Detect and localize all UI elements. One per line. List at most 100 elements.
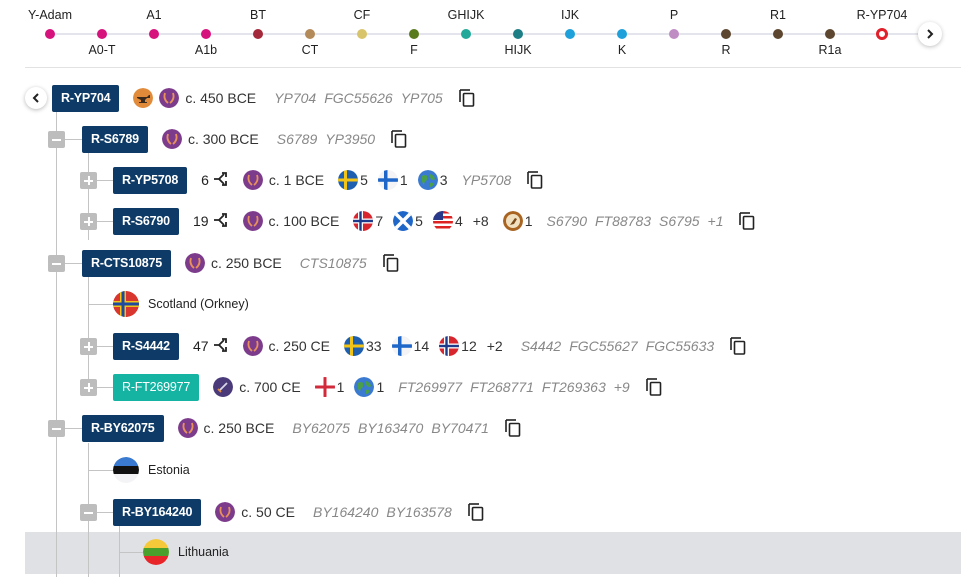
timeline-dot (409, 29, 419, 39)
country-count[interactable]: 12 (439, 336, 477, 356)
tree-node-row: R-FT269977 c. 700 CE 1 1 FT269977 FT268771 FT2… (113, 373, 668, 401)
tree-connector (96, 180, 113, 181)
timeline-next-button[interactable] (918, 22, 942, 46)
country-count[interactable]: 5 (393, 211, 423, 231)
country-count[interactable]: 7 (353, 211, 383, 231)
country-count-value: 33 (366, 338, 382, 354)
snp-name[interactable]: +9 (614, 379, 630, 395)
orkney-flag-icon (113, 291, 139, 317)
snp-name[interactable]: FGC55626 (324, 90, 392, 106)
haplogroup-badge[interactable]: R-FT269977 (113, 373, 200, 401)
haplogroup-badge[interactable]: R-S4442 (113, 332, 179, 360)
haplogroup-badge[interactable]: R-YP704 (52, 84, 120, 112)
copy-snps-button[interactable] (730, 337, 746, 355)
snp-name[interactable]: S6790 (547, 213, 587, 229)
snp-name[interactable]: S4442 (521, 338, 561, 354)
copy-icon (391, 130, 407, 148)
snp-name[interactable]: CTS10875 (300, 255, 367, 271)
country-leaf[interactable]: Lithuania (143, 539, 229, 565)
snp-name[interactable]: S6789 (277, 131, 317, 147)
timeline-label: R-YP704 (856, 8, 908, 22)
age-estimate: c. 250 BCE (210, 255, 282, 271)
copy-snps-button[interactable] (505, 419, 521, 437)
copy-snps-button[interactable] (382, 254, 399, 272)
finland-flag-icon (377, 170, 398, 190)
snp-name[interactable]: YP5708 (462, 172, 512, 188)
copy-snps-button[interactable] (458, 89, 475, 107)
country-count[interactable]: 3 (417, 170, 448, 190)
expand-toggle[interactable] (80, 379, 97, 396)
snp-name[interactable]: FT268771 (470, 379, 534, 395)
snp-name[interactable]: FGC55627 (569, 338, 637, 354)
snp-list: S6790 FT88783 S6795 +1 (547, 213, 732, 229)
copy-snps-button[interactable] (467, 503, 484, 521)
timeline-dot (253, 29, 263, 39)
expand-toggle[interactable] (80, 172, 97, 189)
trowel-icon (502, 211, 523, 231)
collapse-toggle[interactable] (48, 420, 65, 437)
current-node-marker (876, 28, 888, 40)
snp-name[interactable]: BY163578 (386, 504, 451, 520)
timeline-dot (513, 29, 523, 39)
country-name: Scotland (Orkney) (148, 297, 249, 311)
expand-toggle[interactable] (80, 213, 97, 230)
country-count-value: 1 (336, 379, 345, 395)
more-countries[interactable]: +8 (473, 213, 489, 229)
snp-name[interactable]: FT88783 (595, 213, 651, 229)
expand-toggle[interactable] (80, 338, 97, 355)
ancient-sample-count[interactable]: 1 (502, 211, 533, 231)
snp-name[interactable]: FT269977 (398, 379, 462, 395)
country-count[interactable]: 14 (391, 336, 429, 356)
snp-name[interactable]: +1 (708, 213, 724, 229)
haplogroup-badge[interactable]: R-BY164240 (113, 498, 202, 526)
age-estimate: c. 50 CE (241, 504, 295, 520)
timeline-dot (773, 29, 783, 39)
country-count[interactable]: 5 (338, 170, 368, 190)
country-leaf[interactable]: Estonia (113, 457, 190, 483)
snp-name[interactable]: BY164240 (313, 504, 378, 520)
copy-snps-button[interactable] (391, 130, 407, 148)
snp-name[interactable]: FT269363 (542, 379, 606, 395)
timeline-node-r-yp704[interactable]: R-YP704 (842, 0, 922, 60)
tree-back-button[interactable] (25, 87, 47, 109)
snp-name[interactable]: S6795 (659, 213, 699, 229)
node-meta: 19 c. 100 BCE 7 5 4 +8 1 S6790 FT88783 S6795 +1 (193, 211, 762, 231)
snp-name[interactable]: YP3950 (325, 131, 375, 147)
laurel-icon (242, 336, 263, 356)
country-count[interactable]: 1 (354, 377, 384, 397)
snp-name[interactable]: BY70471 (431, 420, 489, 436)
snp-name[interactable]: BY62075 (292, 420, 350, 436)
copy-snps-button[interactable] (527, 171, 543, 189)
collapse-toggle[interactable] (48, 255, 65, 272)
country-leaf[interactable]: Scotland (Orkney) (113, 291, 249, 317)
timeline-dot (201, 29, 211, 39)
node-meta: c. 250 BCE CTS10875 (184, 253, 405, 273)
laurel-icon (161, 129, 182, 149)
copy-icon (645, 378, 662, 396)
haplogroup-badge[interactable]: R-BY62075 (82, 414, 164, 442)
country-count[interactable]: 1 (314, 377, 345, 397)
country-count-value: 3 (439, 172, 448, 188)
haplogroup-badge[interactable]: R-CTS10875 (82, 249, 171, 277)
sword-icon (213, 377, 234, 397)
country-count[interactable]: 1 (377, 170, 408, 190)
haplogroup-badge[interactable]: R-S6790 (113, 207, 179, 235)
country-count[interactable]: 4 (432, 211, 463, 231)
snp-name[interactable]: FGC55633 (646, 338, 714, 354)
copy-snps-button[interactable] (739, 212, 755, 230)
haplogroup-badge[interactable]: R-S6789 (82, 125, 148, 153)
age-estimate: c. 300 BCE (187, 131, 259, 147)
snp-list: S6789 YP3950 (277, 131, 383, 147)
copy-snps-button[interactable] (645, 378, 662, 396)
age-estimate: c. 250 BCE (203, 420, 275, 436)
snp-name[interactable]: YP704 (274, 90, 316, 106)
more-countries[interactable]: +2 (487, 338, 503, 354)
haplogroup-badge[interactable]: R-YP5708 (113, 166, 188, 194)
country-count[interactable]: 33 (344, 336, 382, 356)
snp-name[interactable]: YP705 (401, 90, 443, 106)
collapse-toggle[interactable] (80, 504, 97, 521)
copy-icon (527, 171, 543, 189)
collapse-toggle[interactable] (48, 131, 65, 148)
snp-name[interactable]: BY163470 (358, 420, 423, 436)
node-meta: c. 450 BCE YP704 FGC55626 YP705 (133, 88, 480, 108)
